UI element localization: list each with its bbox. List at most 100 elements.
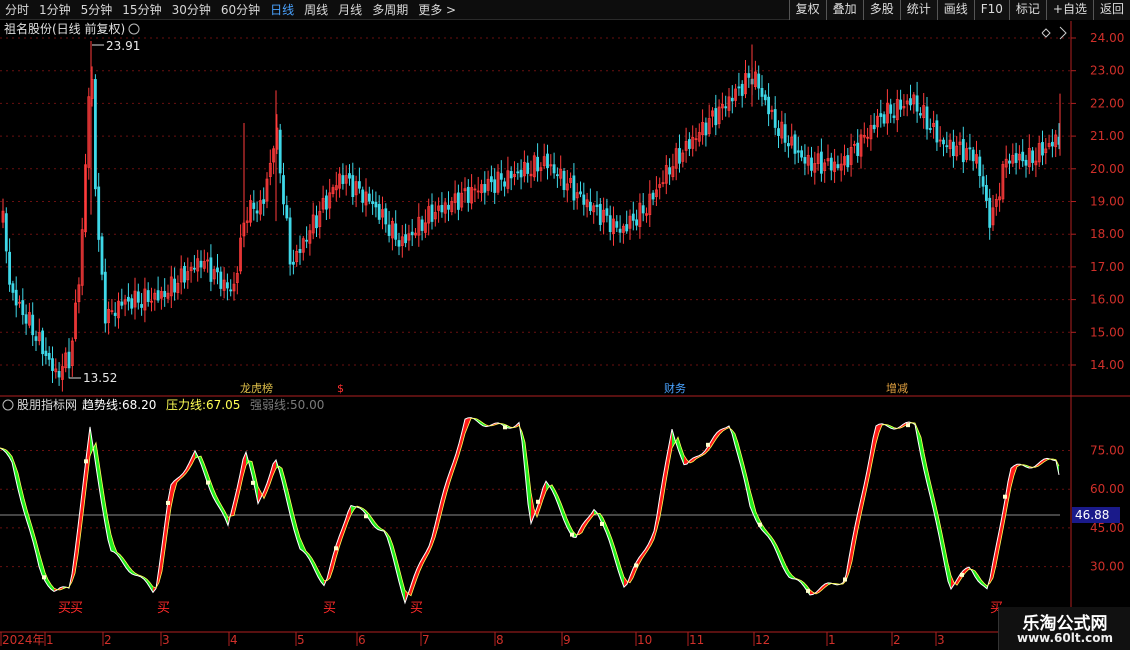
x-axis-label: 10: [637, 633, 652, 647]
candle-body: [589, 201, 592, 211]
candle-body: [199, 260, 203, 268]
site-watermark: 乐淘公式网 www.60lt.com: [998, 607, 1130, 650]
candle-body: [94, 79, 97, 190]
candle-body: [404, 234, 408, 244]
candle-body: [219, 271, 223, 289]
candle-body: [546, 153, 549, 169]
candle-body: [1008, 160, 1011, 164]
candle-body: [503, 181, 507, 187]
price-tick-label: 14.00: [1090, 358, 1124, 372]
candle-body: [935, 120, 939, 143]
indicator-line-value: 50.00: [290, 398, 324, 412]
candle-body: [1051, 141, 1054, 147]
candle-body: [11, 283, 15, 293]
indicator-fill: [162, 522, 165, 572]
cross-dot: [166, 500, 170, 505]
cross-dot: [634, 563, 638, 568]
candle-body: [371, 201, 375, 204]
candle-body: [836, 164, 840, 169]
candle-body: [552, 164, 556, 174]
cross-dot: [503, 425, 507, 430]
price-tick-label: 22.00: [1090, 96, 1124, 110]
candle-body: [892, 115, 896, 118]
candle-body: [103, 271, 107, 324]
indicator-line-value: 67.05: [206, 398, 240, 412]
cross-dot: [706, 442, 710, 447]
indicator-line-label: 强弱线:: [250, 398, 290, 412]
candle-body: [24, 314, 28, 324]
candle-body: [598, 203, 602, 225]
x-axis-label: 8: [496, 633, 504, 647]
candle-body: [615, 221, 619, 228]
candle-body: [605, 208, 609, 216]
candle-body: [536, 156, 539, 172]
event-marker: 龙虎榜: [240, 381, 273, 395]
candle-body: [483, 184, 487, 193]
indicator-fill: [234, 488, 237, 516]
candle-body: [140, 304, 144, 308]
candle-body: [163, 291, 167, 297]
candle-body: [556, 174, 559, 177]
candle-body: [668, 167, 671, 175]
candle-body: [278, 129, 282, 174]
candle-body: [688, 139, 691, 149]
candle-body: [130, 298, 134, 309]
x-axis-label: 1: [828, 633, 836, 647]
cross-dot: [84, 459, 88, 464]
candle-body: [298, 249, 302, 253]
chart-title: 祖名股份(日线 前复权): [4, 21, 125, 36]
event-marker: 增减: [886, 381, 908, 395]
x-axis-label: 2024年: [2, 633, 45, 647]
indicator-fill: [942, 533, 945, 567]
candle-body: [952, 141, 955, 156]
candle-body: [348, 173, 351, 179]
cross-dot: [364, 514, 368, 519]
candle-body: [572, 175, 576, 201]
candle-body: [252, 202, 256, 209]
candle-body: [641, 205, 645, 214]
diamond-icon[interactable]: [1041, 28, 1051, 38]
indicator-series: [0, 417, 1060, 605]
candle-body: [493, 179, 497, 193]
indicator-fill: [96, 442, 99, 487]
candle-body: [519, 169, 523, 178]
candle-body: [704, 122, 708, 136]
candle-body: [509, 171, 513, 179]
candle-body: [872, 124, 876, 130]
chart-canvas[interactable]: 24.00 23.00 22.00 21.00 20.00 19.00 18.00 17.00…: [0, 0, 1130, 650]
candle-body: [803, 157, 807, 164]
candle-body: [192, 267, 196, 270]
candle-body: [120, 301, 124, 306]
candle-body: [209, 257, 213, 282]
chevron-right-icon[interactable]: [1059, 26, 1067, 40]
chart-settings-icon[interactable]: [128, 23, 140, 35]
x-axis-label: 3: [162, 633, 170, 647]
x-axis-label: 12: [755, 633, 770, 647]
candle-body: [57, 370, 61, 378]
x-axis-label: 4: [230, 633, 238, 647]
indicator-settings-icon[interactable]: [2, 399, 14, 411]
candle-body: [285, 205, 289, 219]
price-tick-label: 16.00: [1090, 293, 1124, 307]
price-tick-label: 19.00: [1090, 195, 1124, 209]
buy-signal-label: 买: [323, 601, 336, 616]
x-axis-label: 11: [689, 633, 704, 647]
max-price-label: 23.91: [106, 39, 140, 53]
indicator-fill: [81, 475, 84, 532]
candle-body: [136, 291, 140, 303]
candle-body: [67, 351, 71, 369]
candle-body: [579, 191, 582, 195]
candle-body: [760, 88, 764, 97]
candle-body: [793, 134, 797, 154]
indicator-fill: [165, 500, 168, 550]
candle-body: [384, 208, 388, 225]
candle-body: [14, 289, 18, 306]
candle-body: [420, 219, 424, 231]
candle-body: [430, 204, 434, 222]
buy-signal-label: 买: [410, 601, 423, 616]
candle-body: [440, 204, 444, 213]
price-tick-label: 21.00: [1090, 129, 1124, 143]
candle-body: [173, 278, 177, 293]
price-tick-label: 20.00: [1090, 162, 1124, 176]
event-marker: $: [337, 382, 344, 395]
